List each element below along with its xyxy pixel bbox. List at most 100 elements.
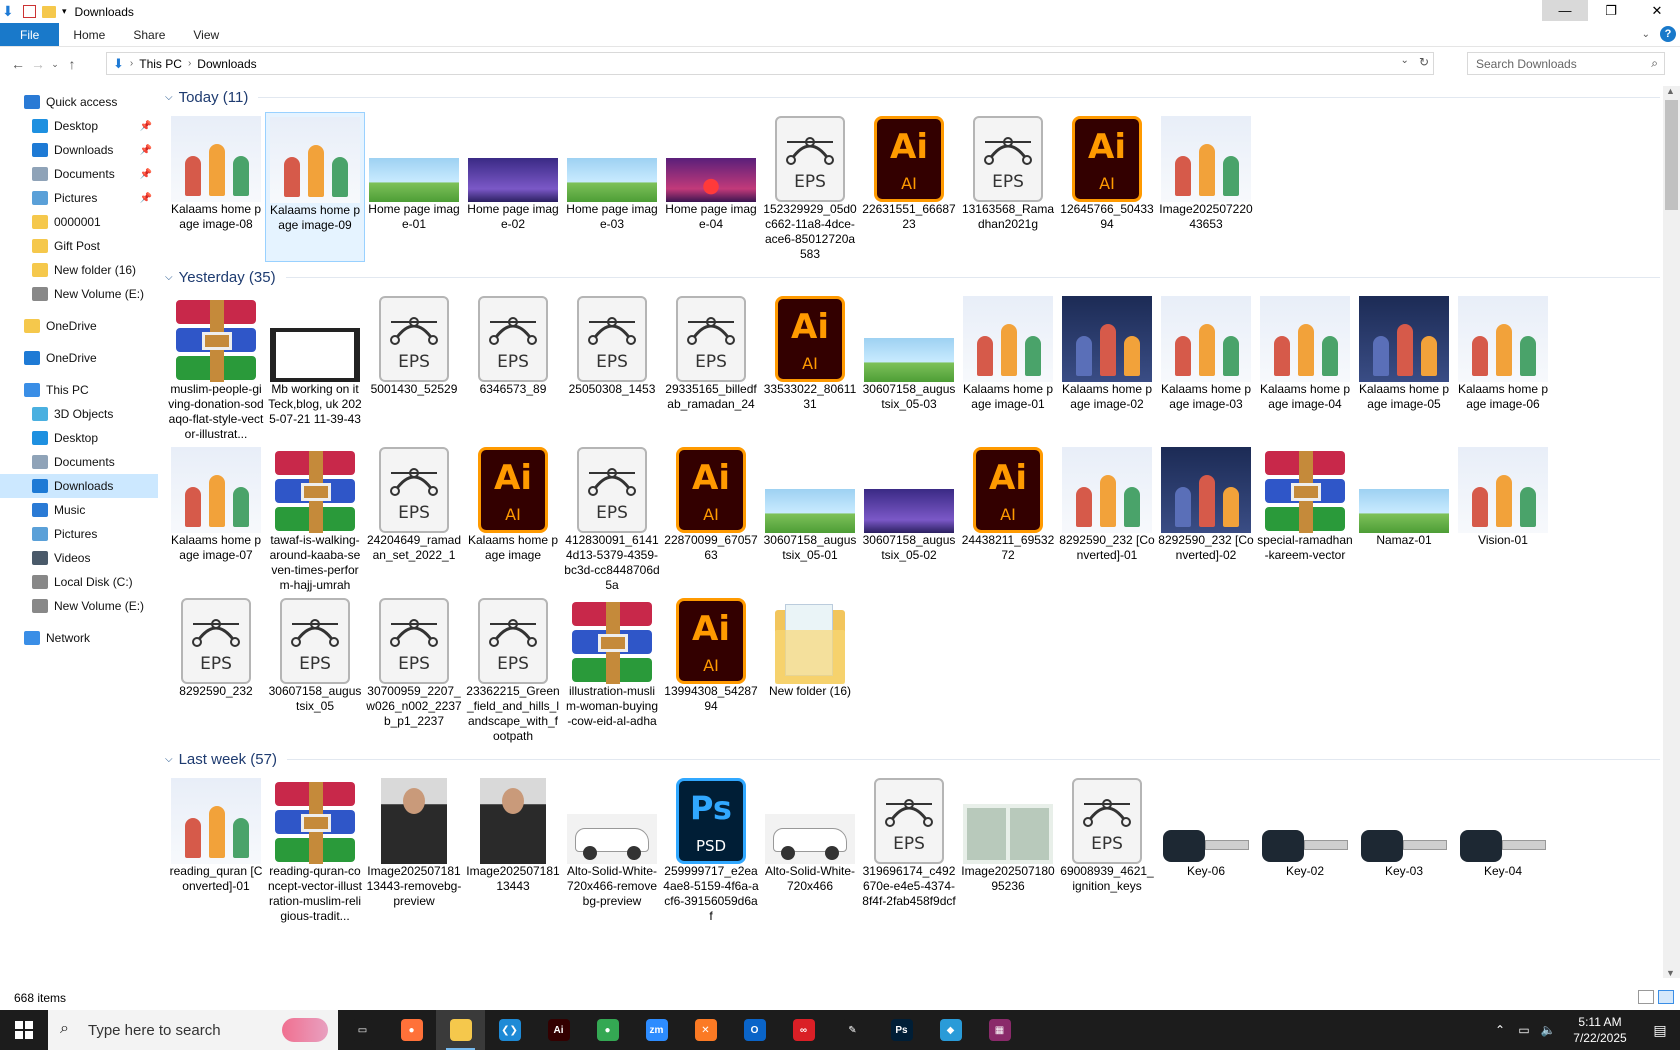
file-item[interactable]: EPS 6346573_89	[463, 292, 563, 442]
file-item[interactable]: EPS 8292590_232	[166, 594, 266, 744]
file-item[interactable]: Kalaams home page image-01	[958, 292, 1058, 442]
up-arrow-icon[interactable]: ↑	[62, 56, 82, 72]
sidebar-item-network[interactable]: Network	[0, 626, 158, 650]
file-item[interactable]: EPS 30700959_2207_w026_n002_2237b_p1_2237	[364, 594, 464, 744]
file-item[interactable]: Kalaams home page image-04	[1255, 292, 1355, 442]
file-item[interactable]: Key-04	[1453, 774, 1553, 924]
file-item[interactable]: EPS 319696174_c492670e-e4e5-4374-8f4f-2fa…	[859, 774, 959, 924]
breadcrumb-this-pc[interactable]: This PC	[139, 57, 182, 71]
pin-icon[interactable]: 📌	[140, 169, 152, 180]
vertical-scrollbar[interactable]: ▲ ▼	[1663, 86, 1680, 978]
network-status-icon[interactable]: ▭	[1512, 1023, 1536, 1037]
pin-icon[interactable]: 📌	[140, 121, 152, 132]
file-item[interactable]: Image20250722043653	[1156, 112, 1256, 262]
sidebar-item-documents[interactable]: Documents	[0, 450, 158, 474]
collapse-chevron-icon[interactable]: ⌵	[165, 92, 173, 103]
file-item[interactable]: tawaf-is-walking-around-kaaba-seven-time…	[265, 443, 365, 593]
collapse-chevron-icon[interactable]: ⌵	[165, 754, 173, 765]
group-header[interactable]: ⌵ Today (11)	[165, 86, 1660, 108]
taskbar-search-input[interactable]: ⌕ Type here to search	[48, 1010, 338, 1050]
file-item[interactable]: Image20250718095236	[958, 774, 1058, 924]
file-item[interactable]: Vision-01	[1453, 443, 1553, 593]
search-highlight-icon[interactable]	[282, 1018, 328, 1042]
address-bar[interactable]: ⬇ › This PC › Downloads ⌄ ↻	[106, 52, 1434, 75]
collapse-chevron-icon[interactable]: ⌵	[165, 272, 173, 283]
file-item[interactable]: Ai AI 22870099_6705763	[661, 443, 761, 593]
file-item[interactable]: EPS 23362215_Green_field_and_hills_landsc…	[463, 594, 563, 744]
customize-dropdown-icon[interactable]: ▾	[62, 6, 67, 17]
new-folder-icon[interactable]	[42, 5, 56, 18]
creative-cloud-icon[interactable]: ∞	[779, 1010, 828, 1050]
file-item[interactable]: Image20250718113443-removebg-preview	[364, 774, 464, 924]
sidebar-item-pictures[interactable]: Pictures	[0, 522, 158, 546]
file-item[interactable]: Alto-Solid-White-720x466	[760, 774, 860, 924]
file-item[interactable]: Ai AI 24438211_6953272	[958, 443, 1058, 593]
file-item[interactable]: New folder (16)	[760, 594, 860, 744]
file-item[interactable]: Image20250718113443	[463, 774, 563, 924]
file-item[interactable]: 30607158_augustsix_05-01	[760, 443, 860, 593]
close-button[interactable]: ✕	[1634, 0, 1680, 21]
scroll-down-icon[interactable]: ▼	[1666, 968, 1675, 978]
large-icons-view-icon[interactable]	[1658, 990, 1674, 1004]
outlook-icon[interactable]: O	[730, 1010, 779, 1050]
sidebar-item-new-folder-16[interactable]: New folder (16)	[0, 258, 158, 282]
tab-home[interactable]: Home	[59, 23, 119, 46]
photoshop-icon[interactable]: Ps	[877, 1010, 926, 1050]
sidebar-item-documents[interactable]: Documents 📌	[0, 162, 158, 186]
sidebar-item-0000001[interactable]: 0000001	[0, 210, 158, 234]
file-item[interactable]: Home page image-03	[562, 112, 662, 262]
file-item[interactable]: 30607158_augustsix_05-02	[859, 443, 959, 593]
file-item[interactable]: EPS 69008939_4621_ignition_keys	[1057, 774, 1157, 924]
file-item[interactable]: Ai AI 33533022_8061131	[760, 292, 860, 442]
file-item[interactable]: EPS 24204649_ramadan_set_2022_1	[364, 443, 464, 593]
file-item[interactable]: special-ramadhan-kareem-vector	[1255, 443, 1355, 593]
breadcrumb-chevron-icon[interactable]: ›	[130, 58, 133, 69]
group-header[interactable]: ⌵ Last week (57)	[165, 748, 1660, 770]
file-item[interactable]: Kalaams home page image-06	[1453, 292, 1553, 442]
sidebar-item-onedrive[interactable]: OneDrive	[0, 314, 158, 338]
sidebar-item-desktop[interactable]: Desktop	[0, 426, 158, 450]
xampp-icon[interactable]: ✕	[681, 1010, 730, 1050]
file-item[interactable]: 8292590_232 [Converted]-01	[1057, 443, 1157, 593]
forward-arrow-icon[interactable]: →	[28, 56, 48, 72]
winrar-icon[interactable]: ▦	[975, 1010, 1024, 1050]
file-item[interactable]: Mb working on it Teck,blog, uk 2025-07-2…	[265, 292, 365, 442]
back-arrow-icon[interactable]: ←	[8, 56, 28, 72]
file-item[interactable]: reading-quran-concept-vector-illustratio…	[265, 774, 365, 924]
file-item[interactable]: Key-03	[1354, 774, 1454, 924]
sidebar-item-downloads[interactable]: Downloads 📌	[0, 138, 158, 162]
scroll-up-icon[interactable]: ▲	[1666, 86, 1675, 96]
tab-view[interactable]: View	[179, 23, 233, 46]
download-arrow-icon[interactable]: ⬇	[2, 4, 17, 19]
file-item[interactable]: Key-06	[1156, 774, 1256, 924]
pin-icon[interactable]: 📌	[140, 145, 152, 156]
illustrator-icon[interactable]: Ai	[534, 1010, 583, 1050]
scrollbar-thumb[interactable]	[1665, 100, 1678, 210]
volume-icon[interactable]: 🔈	[1536, 1023, 1560, 1037]
minimize-button[interactable]: —	[1542, 0, 1588, 21]
file-item[interactable]: Ai AI Kalaams home page image	[463, 443, 563, 593]
vscode-icon[interactable]: ❮❯	[485, 1010, 534, 1050]
sidebar-item-quick-access[interactable]: Quick access	[0, 90, 158, 114]
file-item[interactable]: Namaz-01	[1354, 443, 1454, 593]
file-item[interactable]: Kalaams home page image-08	[166, 112, 266, 262]
refresh-icon[interactable]: ↻	[1419, 55, 1429, 69]
sidebar-item-videos[interactable]: Videos	[0, 546, 158, 570]
address-dropdown-icon[interactable]: ⌄	[1401, 55, 1409, 69]
firefox-icon[interactable]: ●	[387, 1010, 436, 1050]
file-item[interactable]: reading_quran [Converted]-01	[166, 774, 266, 924]
sidebar-item-onedrive[interactable]: OneDrive	[0, 346, 158, 370]
file-item[interactable]: Key-02	[1255, 774, 1355, 924]
file-item[interactable]: 30607158_augustsix_05-03	[859, 292, 959, 442]
file-item[interactable]: illustration-muslim-woman-buying-cow-eid…	[562, 594, 662, 744]
notifications-icon[interactable]: ▤	[1640, 1022, 1680, 1039]
file-item[interactable]: EPS 5001430_52529	[364, 292, 464, 442]
file-item[interactable]: Ai AI 13994308_5428794	[661, 594, 761, 744]
sidebar-item-local-disk-c[interactable]: Local Disk (C:)	[0, 570, 158, 594]
sidebar-item-new-volume-e[interactable]: New Volume (E:)	[0, 594, 158, 618]
file-item[interactable]: Home page image-02	[463, 112, 563, 262]
group-header[interactable]: ⌵ Yesterday (35)	[165, 266, 1660, 288]
file-item[interactable]: EPS 13163568_Ramadhan2021g	[958, 112, 1058, 262]
start-button[interactable]	[0, 1010, 48, 1050]
breadcrumb-chevron-icon[interactable]: ›	[188, 58, 191, 69]
